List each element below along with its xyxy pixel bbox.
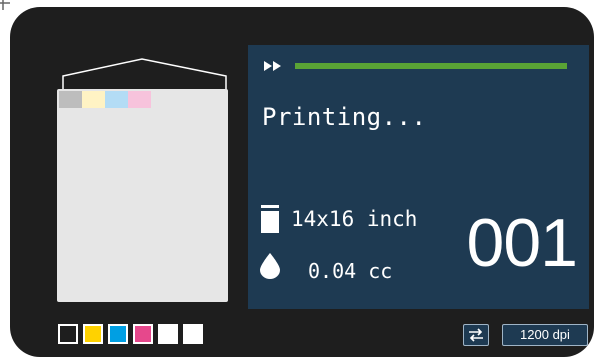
ink-cartridge bbox=[183, 324, 203, 344]
ink-cartridge bbox=[83, 324, 103, 344]
sheet-swatch bbox=[82, 91, 105, 108]
print-status-text: Printing... bbox=[262, 103, 427, 131]
status-screen: Printing... 14x16 inch 0.04 cc 001 bbox=[248, 45, 589, 309]
swap-icon bbox=[469, 328, 483, 342]
ink-cartridge-row bbox=[58, 324, 203, 344]
ink-cartridge bbox=[133, 324, 153, 344]
ink-cartridge bbox=[108, 324, 128, 344]
corner-cursor-icon bbox=[0, 0, 10, 10]
media-size-text: 14x16 inch bbox=[291, 207, 418, 231]
ink-volume-text: 0.04 cc bbox=[308, 259, 393, 283]
copy-counter: 001 bbox=[466, 205, 578, 281]
print-progress-fill bbox=[295, 63, 567, 69]
ink-cartridge bbox=[158, 324, 178, 344]
sheet-color-swatches bbox=[59, 91, 151, 108]
ink-drop-icon bbox=[260, 253, 280, 279]
printer-device: Printing... 14x16 inch 0.04 cc 001 1200 … bbox=[10, 7, 594, 357]
resolution-button[interactable]: 1200 dpi bbox=[502, 324, 588, 346]
sheet-swatch bbox=[128, 91, 151, 108]
sheet-swatch bbox=[59, 91, 82, 108]
media-sheet-preview bbox=[57, 89, 228, 302]
fast-forward-icon bbox=[264, 61, 281, 71]
swap-button[interactable] bbox=[463, 324, 489, 346]
ink-cartridge bbox=[58, 324, 78, 344]
sheet-swatch bbox=[105, 91, 128, 108]
paper-icon bbox=[261, 205, 279, 233]
print-progress-bar bbox=[295, 63, 567, 69]
